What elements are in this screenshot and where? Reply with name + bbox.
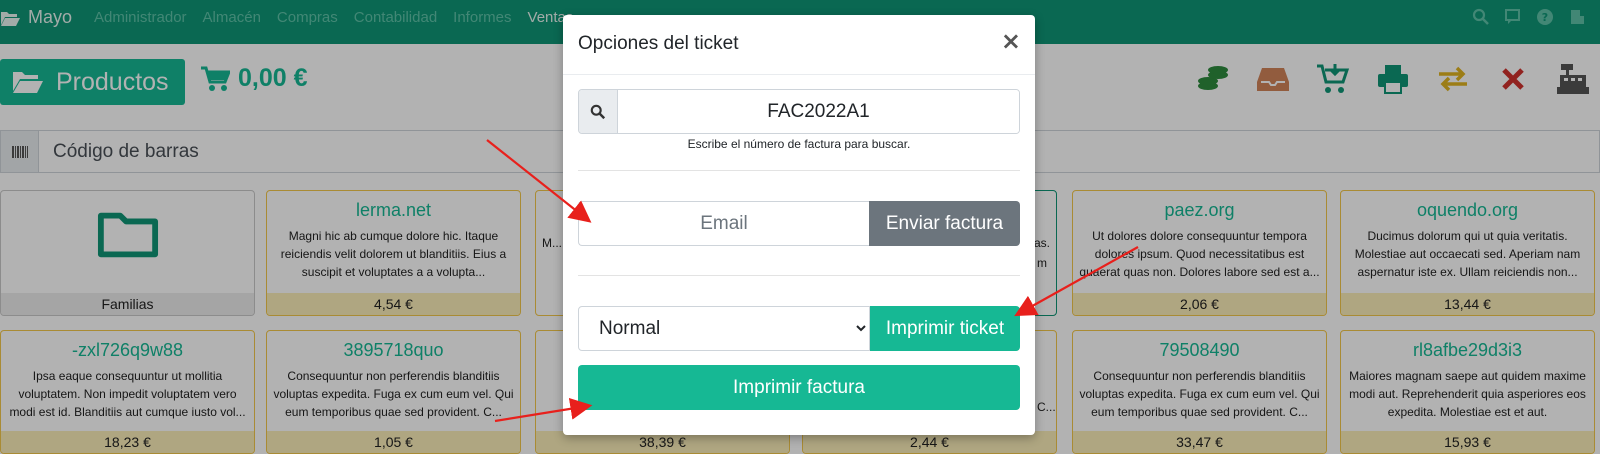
modal-header: Opciones del ticket ×: [563, 15, 1035, 75]
email-group: Enviar factura: [578, 201, 1020, 246]
print-invoice-button[interactable]: Imprimir factura: [578, 365, 1020, 410]
print-ticket-button[interactable]: Imprimir ticket: [870, 306, 1020, 351]
divider: [578, 170, 1020, 171]
ticket-options-modal: Opciones del ticket × Escribe el número …: [563, 15, 1035, 435]
search-icon: [590, 104, 606, 119]
modal-title: Opciones del ticket: [578, 33, 739, 54]
invoice-search-group: [578, 89, 1020, 134]
modal-close-button[interactable]: ×: [1001, 29, 1021, 53]
email-input[interactable]: [578, 201, 869, 246]
search-addon: [579, 90, 618, 133]
search-help-text: Escribe el número de factura para buscar…: [687, 137, 911, 151]
invoice-search-input[interactable]: [618, 90, 1019, 133]
divider: [578, 275, 1020, 276]
print-group: Normal Imprimir ticket: [578, 306, 1020, 351]
format-select[interactable]: Normal: [578, 306, 870, 351]
send-invoice-button[interactable]: Enviar factura: [869, 201, 1020, 246]
